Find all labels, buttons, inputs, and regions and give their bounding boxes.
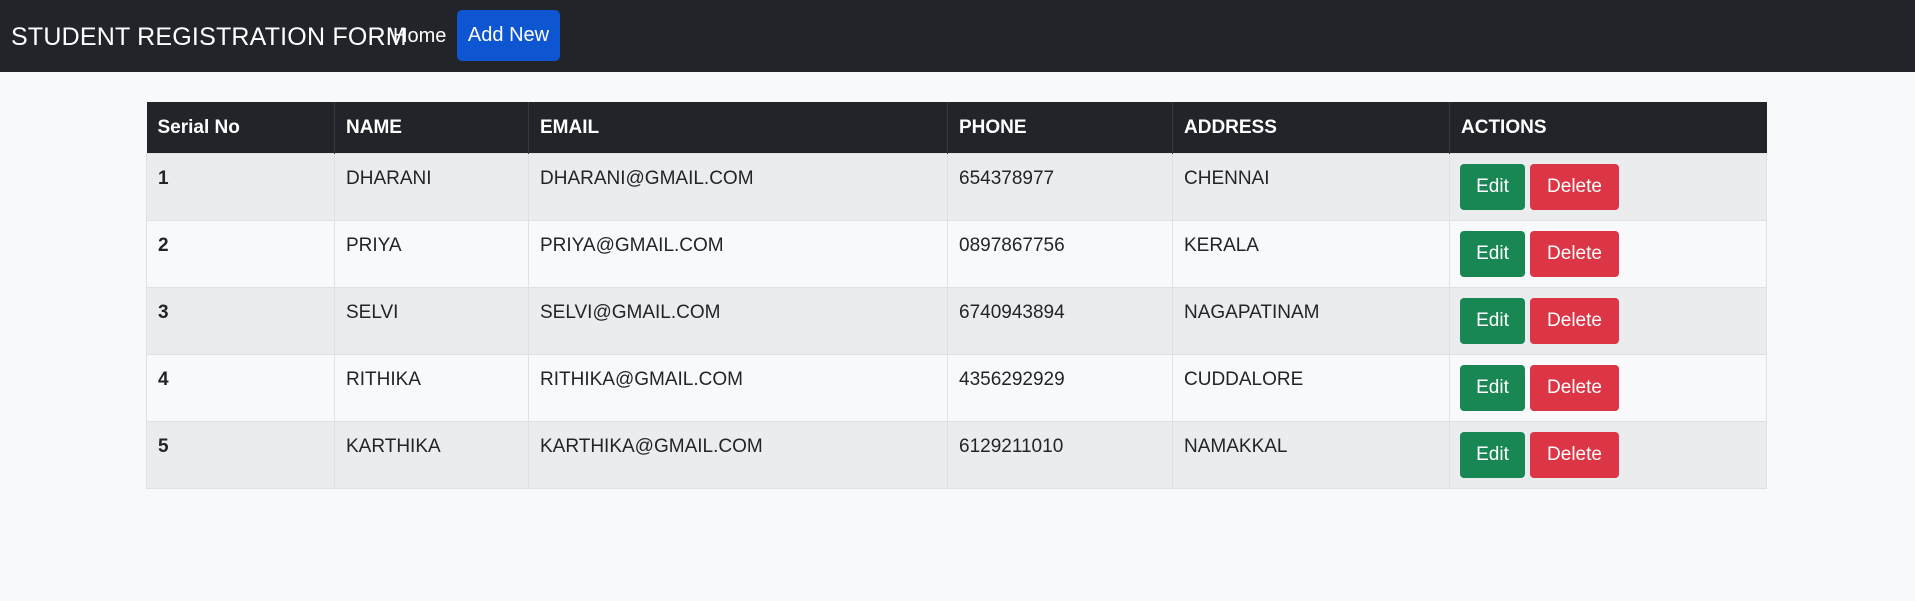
cell-name: PRIYA xyxy=(334,220,529,288)
table-row: 3 SELVI SELVI@GMAIL.COM 6740943894 NAGAP… xyxy=(146,287,1767,355)
cell-email: PRIYA@GMAIL.COM xyxy=(528,220,948,288)
cell-serial: 2 xyxy=(146,220,335,288)
table-row: 2 PRIYA PRIYA@GMAIL.COM 0897867756 KERAL… xyxy=(146,220,1767,288)
cell-phone: 6740943894 xyxy=(947,287,1173,355)
students-table: Serial No NAME EMAIL PHONE ADDRESS ACTIO… xyxy=(146,102,1767,489)
cell-phone: 0897867756 xyxy=(947,220,1173,288)
cell-actions: Edit Delete xyxy=(1449,153,1767,221)
cell-actions: Edit Delete xyxy=(1449,220,1767,288)
header-name: NAME xyxy=(334,102,529,154)
delete-button[interactable]: Delete xyxy=(1530,365,1619,411)
add-new-button[interactable]: Add New xyxy=(457,10,560,61)
cell-email: KARTHIKA@GMAIL.COM xyxy=(528,421,948,489)
cell-email: SELVI@GMAIL.COM xyxy=(528,287,948,355)
cell-address: KERALA xyxy=(1172,220,1450,288)
delete-button[interactable]: Delete xyxy=(1530,164,1619,210)
table-row: 4 RITHIKA RITHIKA@GMAIL.COM 4356292929 C… xyxy=(146,354,1767,422)
cell-serial: 1 xyxy=(146,153,335,221)
header-phone: PHONE xyxy=(947,102,1173,154)
header-address: ADDRESS xyxy=(1172,102,1450,154)
brand-title[interactable]: STUDENT REGISTRATION FORM xyxy=(11,22,407,52)
cell-phone: 6129211010 xyxy=(947,421,1173,489)
navbar: STUDENT REGISTRATION FORM Home Add New xyxy=(0,0,1915,72)
cell-actions: Edit Delete xyxy=(1449,287,1767,355)
cell-name: DHARANI xyxy=(334,153,529,221)
header-row: Serial No NAME EMAIL PHONE ADDRESS ACTIO… xyxy=(146,102,1767,154)
edit-button[interactable]: Edit xyxy=(1460,432,1525,478)
table-row: 1 DHARANI DHARANI@GMAIL.COM 654378977 CH… xyxy=(146,153,1767,221)
cell-phone: 4356292929 xyxy=(947,354,1173,422)
header-serial-no: Serial No xyxy=(146,102,335,154)
delete-button[interactable]: Delete xyxy=(1530,231,1619,277)
cell-serial: 5 xyxy=(146,421,335,489)
cell-actions: Edit Delete xyxy=(1449,354,1767,422)
cell-address: NAMAKKAL xyxy=(1172,421,1450,489)
header-actions: ACTIONS xyxy=(1449,102,1767,154)
cell-email: DHARANI@GMAIL.COM xyxy=(528,153,948,221)
table-header: Serial No NAME EMAIL PHONE ADDRESS ACTIO… xyxy=(146,102,1767,154)
cell-address: CHENNAI xyxy=(1172,153,1450,221)
table-body: 1 DHARANI DHARANI@GMAIL.COM 654378977 CH… xyxy=(146,153,1767,489)
cell-name: RITHIKA xyxy=(334,354,529,422)
delete-button[interactable]: Delete xyxy=(1530,298,1619,344)
cell-address: CUDDALORE xyxy=(1172,354,1450,422)
cell-serial: 4 xyxy=(146,354,335,422)
cell-actions: Edit Delete xyxy=(1449,421,1767,489)
edit-button[interactable]: Edit xyxy=(1460,298,1525,344)
nav-home-link[interactable]: Home xyxy=(393,24,446,48)
cell-address: NAGAPATINAM xyxy=(1172,287,1450,355)
cell-name: KARTHIKA xyxy=(334,421,529,489)
cell-name: SELVI xyxy=(334,287,529,355)
table-row: 5 KARTHIKA KARTHIKA@GMAIL.COM 6129211010… xyxy=(146,421,1767,489)
delete-button[interactable]: Delete xyxy=(1530,432,1619,478)
cell-email: RITHIKA@GMAIL.COM xyxy=(528,354,948,422)
cell-phone: 654378977 xyxy=(947,153,1173,221)
header-email: EMAIL xyxy=(528,102,948,154)
edit-button[interactable]: Edit xyxy=(1460,164,1525,210)
edit-button[interactable]: Edit xyxy=(1460,231,1525,277)
students-table-container: Serial No NAME EMAIL PHONE ADDRESS ACTIO… xyxy=(146,102,1767,489)
cell-serial: 3 xyxy=(146,287,335,355)
edit-button[interactable]: Edit xyxy=(1460,365,1525,411)
